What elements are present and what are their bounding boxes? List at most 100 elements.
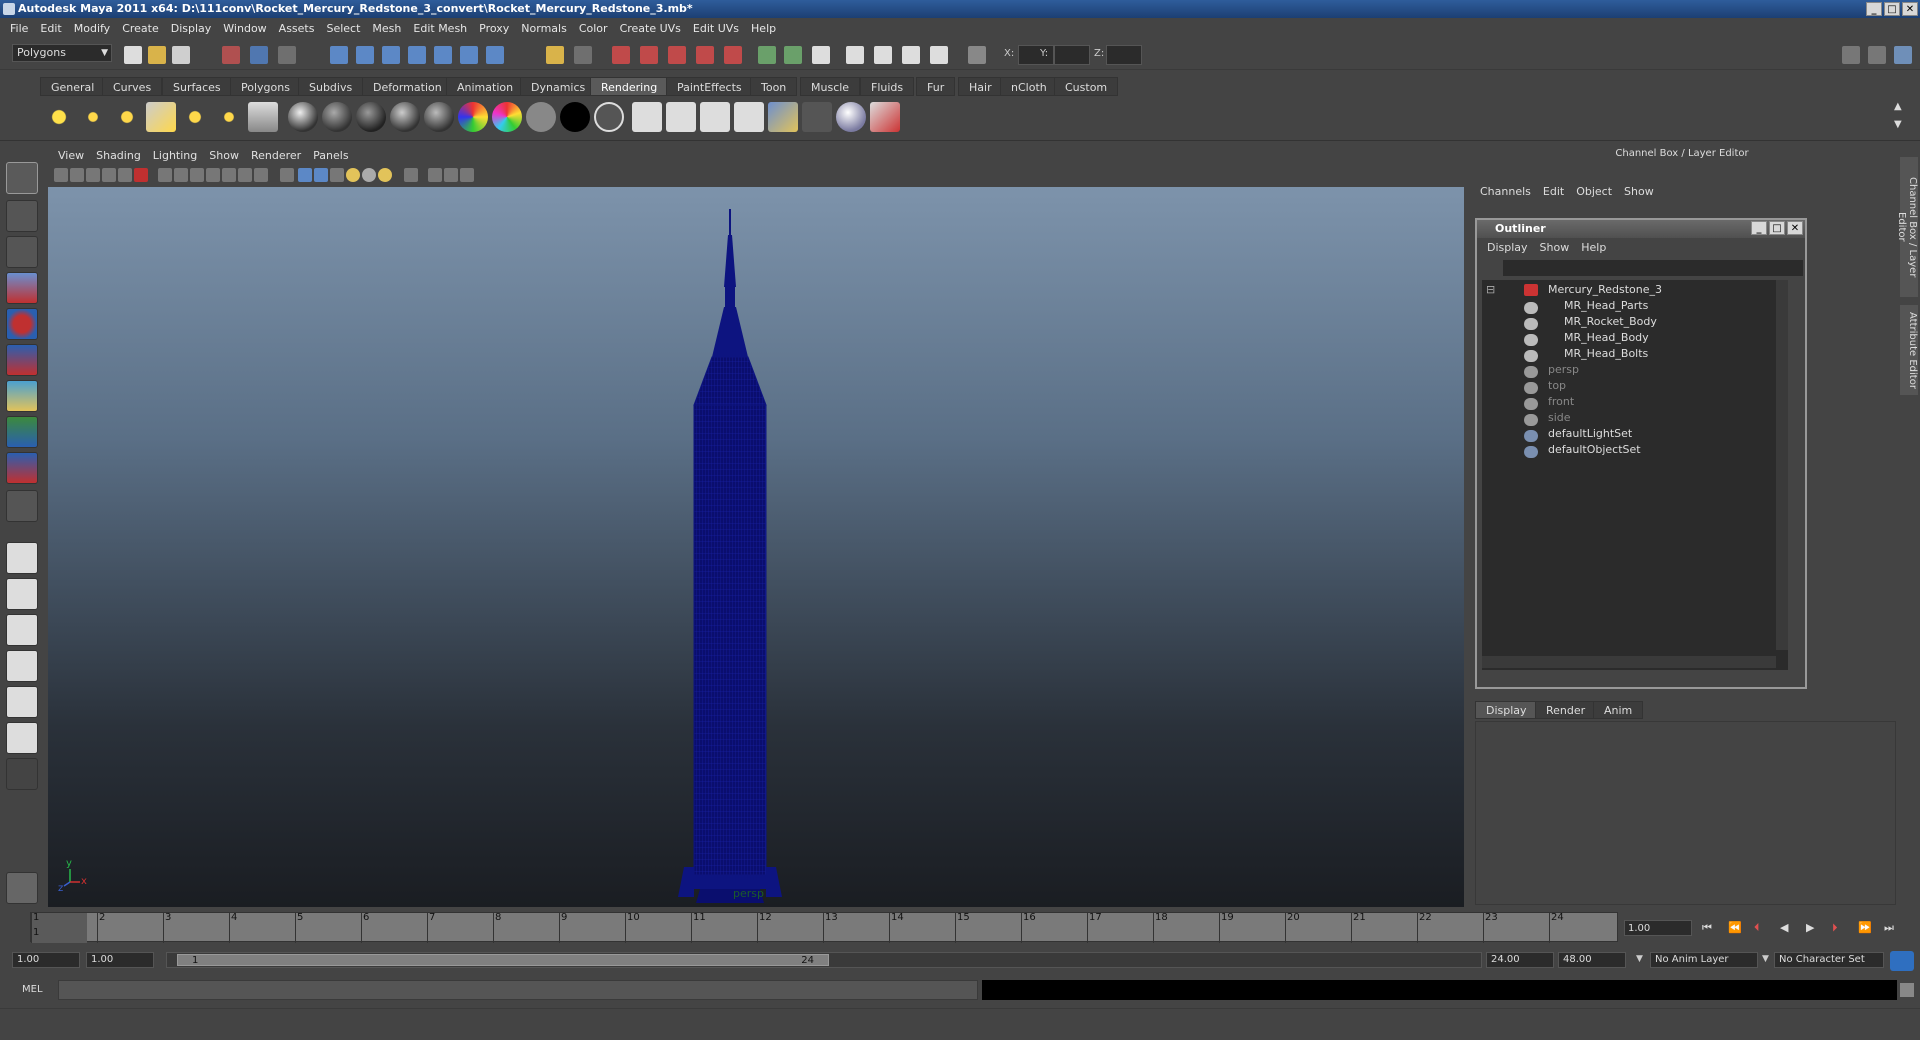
safe-action-icon[interactable] <box>238 168 252 182</box>
menu-edit[interactable]: Edit <box>34 22 67 35</box>
outliner-filter-field[interactable] <box>1503 260 1803 276</box>
ambient-light-icon[interactable] <box>44 102 74 132</box>
menu-create-uvs[interactable]: Create UVs <box>614 22 687 35</box>
chevron-down-icon[interactable]: ▼ <box>1636 954 1643 964</box>
render-current-frame-icon[interactable] <box>632 102 662 132</box>
menu-display[interactable]: Display <box>165 22 218 35</box>
menu-proxy[interactable]: Proxy <box>473 22 515 35</box>
camera-icon[interactable] <box>248 102 278 132</box>
tab-painteffects[interactable]: PaintEffects <box>666 77 753 96</box>
channel-box-menu-channels[interactable]: Channels <box>1474 185 1537 203</box>
grease-pencil-icon[interactable] <box>134 168 148 182</box>
field-chart-icon[interactable] <box>222 168 236 182</box>
tab-curves[interactable]: Curves <box>102 77 163 96</box>
outliner-horizontal-scrollbar[interactable] <box>1482 656 1776 668</box>
command-input[interactable] <box>58 980 978 1000</box>
tab-channel-box[interactable]: Channel Box / Layer Editor <box>1896 157 1918 297</box>
directional-light-icon[interactable] <box>78 102 108 132</box>
xray-icon[interactable] <box>428 168 442 182</box>
point-light-icon[interactable] <box>112 102 142 132</box>
phonge-material-icon[interactable] <box>390 102 420 132</box>
play-forwards-icon[interactable]: ▶ <box>1806 921 1814 934</box>
wireframe-icon[interactable] <box>280 168 294 182</box>
toggle-shelf-icon[interactable] <box>874 46 892 64</box>
anim-start-field[interactable]: 1.00 <box>86 952 154 968</box>
select-tool-icon[interactable] <box>6 162 38 194</box>
tab-custom[interactable]: Custom <box>1054 77 1119 96</box>
hypershade-shelf-icon[interactable] <box>768 102 798 132</box>
tab-fur[interactable]: Fur <box>916 77 956 96</box>
open-scene-icon[interactable] <box>148 46 166 64</box>
make-live-icon[interactable] <box>434 46 452 64</box>
viewport-menu-show[interactable]: Show <box>203 149 245 162</box>
menu-assets[interactable]: Assets <box>273 22 321 35</box>
list-item[interactable]: persp <box>1548 362 1579 378</box>
textured-icon[interactable] <box>330 168 344 182</box>
toggle-channel-icon[interactable] <box>902 46 920 64</box>
menu-file[interactable]: File <box>4 22 34 35</box>
single-perspective-layout-icon[interactable] <box>6 542 38 574</box>
soft-modification-icon[interactable] <box>6 416 38 448</box>
tab-display[interactable]: Display <box>1475 701 1538 719</box>
paint-canvas-icon[interactable] <box>836 102 866 132</box>
current-time-marker[interactable] <box>31 913 87 943</box>
persp-outliner-layout-icon[interactable] <box>6 614 38 646</box>
y-field[interactable] <box>1054 45 1090 65</box>
menu-mesh[interactable]: Mesh <box>366 22 407 35</box>
snap-grid-icon[interactable] <box>330 46 348 64</box>
tab-rendering[interactable]: Rendering <box>590 77 669 96</box>
render-view-icon[interactable] <box>724 46 742 64</box>
xray-joints-icon[interactable] <box>444 168 458 182</box>
gate-mask-icon[interactable] <box>206 168 220 182</box>
list-item[interactable]: defaultObjectSet <box>1548 442 1641 458</box>
chevron-down-icon[interactable]: ▼ <box>1762 954 1769 964</box>
outliner-close-button[interactable]: ✕ <box>1787 221 1803 235</box>
isolate-select-icon[interactable] <box>404 168 418 182</box>
list-item[interactable]: side <box>1548 410 1571 426</box>
bookmark-icon[interactable] <box>86 168 100 182</box>
new-scene-icon[interactable] <box>124 46 142 64</box>
select-by-hierarchy-icon[interactable] <box>222 46 240 64</box>
render-icon[interactable] <box>612 46 630 64</box>
layer-editor-area[interactable] <box>1475 721 1896 905</box>
tab-render[interactable]: Render <box>1535 701 1597 719</box>
outliner-menu-display[interactable]: Display <box>1481 239 1534 257</box>
current-frame-field[interactable]: 1.00 <box>1624 920 1692 936</box>
tab-general[interactable]: General <box>40 77 106 96</box>
wireframe-on-shaded-icon[interactable] <box>314 168 328 182</box>
last-tool-icon[interactable] <box>6 490 38 522</box>
outliner-vertical-scrollbar[interactable] <box>1776 280 1788 650</box>
input-line-icon[interactable] <box>758 46 776 64</box>
list-item[interactable]: MR_Head_Bolts <box>1564 346 1648 362</box>
time-ruler[interactable]: 1 1 2 3 4 5 6 7 8 9 10 11 12 13 14 15 16… <box>30 912 1618 943</box>
spot-light-icon[interactable] <box>146 102 176 132</box>
go-to-end-icon[interactable]: ⏭ <box>1884 921 1894 935</box>
snowflake-icon[interactable] <box>6 872 38 904</box>
menu-edit-uvs[interactable]: Edit UVs <box>687 22 745 35</box>
step-back-frame-icon[interactable]: ⏪ <box>1728 921 1742 934</box>
tab-subdivs[interactable]: Subdivs <box>298 77 364 96</box>
render-settings-icon[interactable] <box>668 46 686 64</box>
perspective-view[interactable]: y x z persp <box>48 187 1464 907</box>
viewport-menu-view[interactable]: View <box>52 149 90 162</box>
snap-view-plane-icon[interactable] <box>408 46 426 64</box>
rotate-tool-icon[interactable] <box>6 308 38 340</box>
select-highlight-icon[interactable] <box>574 46 592 64</box>
ipr-render-icon[interactable] <box>640 46 658 64</box>
tab-animation[interactable]: Animation <box>446 77 525 96</box>
shelf-scroll-down-icon[interactable]: ▼ <box>1894 119 1902 130</box>
ramp-shader-icon[interactable] <box>492 102 522 132</box>
resolution-gate-icon[interactable] <box>190 168 204 182</box>
blinn-material-icon[interactable] <box>322 102 352 132</box>
ipr-render-current-frame-icon[interactable] <box>666 102 696 132</box>
list-item[interactable]: top <box>1548 378 1566 394</box>
lasso-tool-icon[interactable] <box>6 200 38 232</box>
maximize-button[interactable]: □ <box>1884 2 1900 16</box>
outliner-window[interactable]: Outliner _ □ ✕ Display Show Help ⊟ Mercu… <box>1475 218 1807 689</box>
persp-hypershade-layout-icon[interactable] <box>6 686 38 718</box>
select-by-component-icon[interactable] <box>278 46 296 64</box>
list-item[interactable]: front <box>1548 394 1574 410</box>
menu-select[interactable]: Select <box>320 22 366 35</box>
shading-map-icon[interactable] <box>594 102 624 132</box>
volume-light-icon[interactable] <box>214 102 244 132</box>
